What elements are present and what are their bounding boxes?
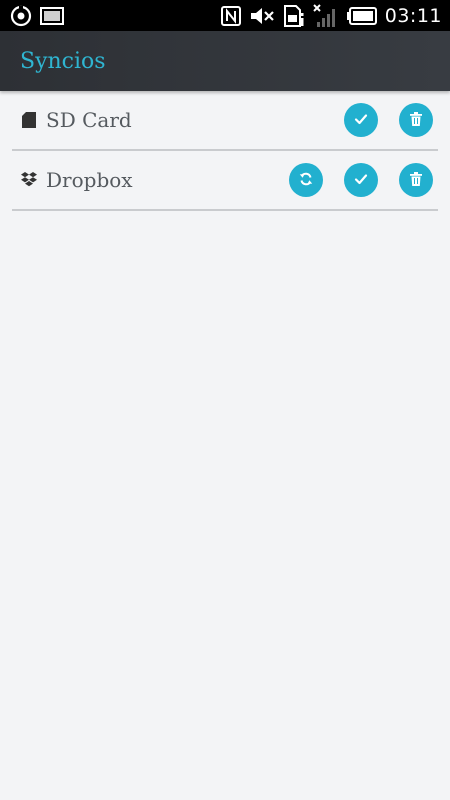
- sd-card-icon: [20, 111, 38, 129]
- clock: 03:11: [384, 4, 442, 27]
- list-item-label: Dropbox: [46, 168, 133, 192]
- sim-card-icon: [283, 4, 305, 28]
- trash-icon: [410, 171, 422, 190]
- sync-icon: [299, 171, 313, 190]
- mute-icon: [249, 6, 275, 26]
- battery-icon: [346, 6, 377, 25]
- confirm-button[interactable]: [344, 163, 378, 197]
- sync-button[interactable]: [289, 163, 323, 197]
- trash-icon: [410, 111, 422, 130]
- confirm-button[interactable]: [344, 103, 378, 137]
- app-title: Syncios: [20, 48, 106, 74]
- status-bar-left: [0, 5, 64, 27]
- delete-button[interactable]: [399, 163, 433, 197]
- dropbox-icon: [20, 171, 38, 189]
- storage-list: SD Card Dropbox: [12, 91, 438, 211]
- app-bar: Syncios: [0, 31, 450, 91]
- status-bar: 03:11: [0, 0, 450, 31]
- signal-off-icon: [313, 3, 339, 28]
- delete-button[interactable]: [399, 103, 433, 137]
- check-icon: [354, 171, 368, 190]
- row-actions: [344, 103, 438, 137]
- list-item-sd-card[interactable]: SD Card: [12, 91, 438, 151]
- image-icon: [40, 6, 64, 25]
- status-bar-right: 03:11: [220, 3, 450, 28]
- row-actions: [289, 163, 438, 197]
- check-icon: [354, 111, 368, 130]
- list-item-label: SD Card: [46, 108, 132, 132]
- nfc-icon: [220, 5, 241, 26]
- list-item-dropbox[interactable]: Dropbox: [12, 151, 438, 211]
- sync-circle-icon: [10, 5, 32, 27]
